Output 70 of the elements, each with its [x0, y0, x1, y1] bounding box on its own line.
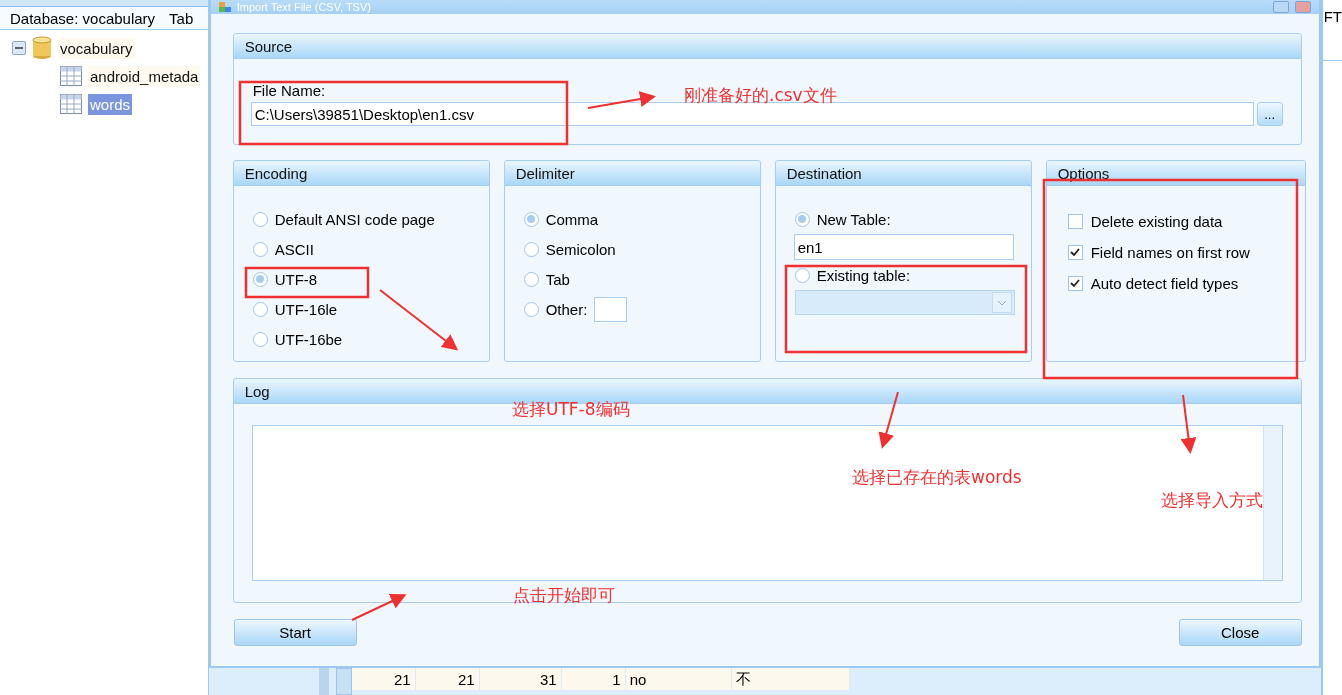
other-field[interactable]	[594, 296, 628, 322]
radio-button[interactable]	[794, 267, 810, 283]
option-label: Semicolon	[545, 240, 616, 258]
arrow	[351, 593, 407, 621]
table-cell: 不	[731, 668, 850, 690]
checkbox[interactable]	[1067, 275, 1083, 291]
table-cell: 1	[561, 668, 626, 690]
option-label: Default ANSI code page	[274, 210, 435, 228]
option-label: Delete existing data	[1090, 212, 1223, 230]
maximize-icon[interactable]	[1272, 1, 1289, 13]
arrow	[587, 91, 656, 109]
radio-button[interactable]	[523, 241, 539, 257]
group-title: Options	[1046, 161, 1305, 186]
checkbox[interactable]	[1067, 244, 1083, 260]
option-label: ASCII	[274, 240, 314, 258]
database-label: Database: vocabulary	[10, 9, 156, 27]
close-icon[interactable]	[1294, 1, 1311, 13]
option-label: Field names on first row	[1090, 243, 1250, 261]
check-icon	[1070, 278, 1081, 288]
table-cell: 21	[415, 668, 480, 690]
annotation-text: 选择导入方式	[1161, 489, 1263, 512]
check-icon	[1070, 247, 1081, 257]
radio-button[interactable]	[252, 331, 268, 347]
tab-label: Tab	[169, 9, 194, 27]
option-label: Existing table:	[816, 266, 911, 284]
database-icon	[32, 36, 52, 60]
option-label: UTF-16le	[274, 300, 338, 318]
table-cell: 21	[351, 668, 416, 690]
radio-button[interactable]	[523, 211, 539, 227]
option-label: Auto detect field types	[1090, 274, 1239, 292]
close-button[interactable]: Close	[1178, 619, 1302, 646]
group-title: Encoding	[233, 161, 489, 186]
browse-button[interactable]: ...	[1256, 102, 1283, 126]
radio-button[interactable]	[523, 271, 539, 287]
option-label: New Table:	[816, 210, 891, 228]
table-cell: no	[625, 668, 732, 690]
arrow	[1180, 394, 1197, 454]
annotation-text: 点击开始即可	[513, 584, 615, 607]
table-dropdown[interactable]	[794, 290, 1015, 315]
table-cell: 31	[479, 668, 562, 690]
table-icon	[60, 66, 82, 86]
chevron-down-icon	[996, 299, 1007, 306]
radio-button[interactable]	[252, 241, 268, 257]
field-label: File Name:	[251, 82, 326, 99]
window-title: Import Text File (CSV, TSV)	[236, 1, 372, 13]
table-name-field[interactable]: en1	[793, 234, 1014, 260]
splitter-bar	[318, 668, 329, 695]
option-label: UTF-8	[274, 270, 318, 288]
option-label: Tab	[545, 270, 570, 288]
radio-button[interactable]	[252, 211, 268, 227]
radio-button[interactable]	[523, 301, 539, 317]
table-icon	[60, 94, 82, 114]
collapse-icon[interactable]	[12, 41, 26, 55]
option-label: Comma	[545, 210, 599, 228]
radio-button[interactable]	[252, 271, 268, 287]
column-header: FT	[1322, 0, 1342, 61]
tree-item[interactable]: android_metada	[88, 65, 201, 87]
tree-item[interactable]: vocabulary	[58, 37, 135, 59]
radio-button[interactable]	[794, 211, 810, 227]
start-button[interactable]: Start	[233, 619, 357, 646]
option-label: UTF-16be	[274, 330, 343, 348]
radio-button[interactable]	[252, 301, 268, 317]
annotation-text: 选择已存在的表words	[852, 466, 1022, 489]
checkbox[interactable]	[1067, 213, 1083, 229]
arrow	[878, 391, 899, 449]
group-title: Source	[233, 34, 1301, 59]
app-icon	[218, 2, 231, 12]
group-title: Destination	[775, 161, 1031, 186]
group-title: Delimiter	[504, 161, 760, 186]
option-label: Other:	[545, 300, 588, 318]
